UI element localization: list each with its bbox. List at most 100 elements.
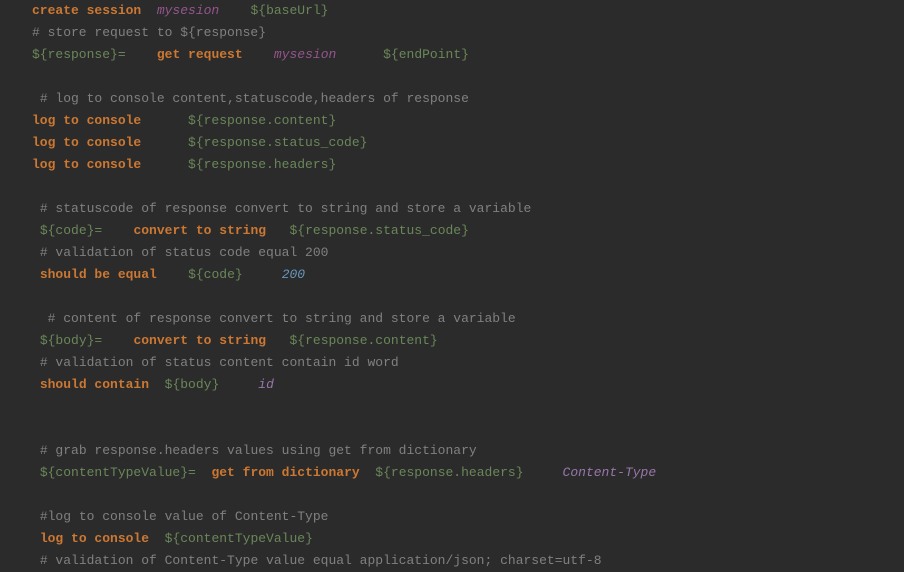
code-token [32,487,40,502]
code-token [360,465,376,480]
code-token [32,69,40,84]
code-line[interactable]: # store request to ${response} [32,22,904,44]
code-token [102,223,133,238]
code-line[interactable]: ${response}= get request mysesion ${endP… [32,44,904,66]
code-token: should be equal [40,267,157,282]
code-token [32,509,40,524]
code-line[interactable]: should be equal ${code} 200 [32,264,904,286]
code-token [243,47,274,62]
code-line[interactable]: log to console ${response.headers} [32,154,904,176]
code-token [149,531,165,546]
code-line[interactable]: # grab response.headers values using get… [32,440,904,462]
code-line[interactable] [32,418,904,440]
code-token [32,333,40,348]
code-token: create session [32,3,141,18]
code-line[interactable] [32,286,904,308]
code-token: # log to console content,statuscode,head… [40,91,469,106]
code-line[interactable]: #log to console value of Content-Type [32,506,904,528]
code-token [32,443,40,458]
code-token: 200 [282,267,305,282]
code-token: ${code}= [40,223,102,238]
code-token [32,201,40,216]
code-line[interactable]: ${body}= convert to string ${response.co… [32,330,904,352]
code-line[interactable] [32,484,904,506]
code-token [32,223,40,238]
code-token [32,421,40,436]
code-token [524,465,563,480]
code-line[interactable]: create session mysesion ${baseUrl} [32,0,904,22]
code-line[interactable] [32,66,904,88]
code-token [141,3,157,18]
code-editor[interactable]: create session mysesion ${baseUrl} # stor… [32,0,904,572]
code-line[interactable]: ${contentTypeValue}= get from dictionary… [32,462,904,484]
code-line[interactable]: log to console ${contentTypeValue} [32,528,904,550]
code-token [336,47,383,62]
code-token: ${contentTypeValue} [165,531,313,546]
code-token [141,113,188,128]
code-token: log to console [32,113,141,128]
code-line[interactable] [32,176,904,198]
code-line[interactable]: # content of response convert to string … [32,308,904,330]
code-token: get request [157,47,243,62]
code-token: # content of response convert to string … [48,311,516,326]
code-token [196,465,212,480]
code-token: log to console [40,531,149,546]
code-token: ${endPoint} [383,47,469,62]
code-token: get from dictionary [211,465,359,480]
code-token [32,245,40,260]
code-token: ${baseUrl} [250,3,328,18]
code-token: mysesion [157,3,219,18]
code-token [32,179,40,194]
code-token [32,91,40,106]
code-line[interactable]: # validation of status content contain i… [32,352,904,374]
code-token [32,531,40,546]
code-line[interactable]: # log to console content,statuscode,head… [32,88,904,110]
code-token: # validation of Content-Type value equal… [40,553,602,568]
code-token: # statuscode of response convert to stri… [40,201,531,216]
code-token [266,333,289,348]
code-token [32,355,40,370]
code-token [102,333,133,348]
code-token: ${response.content} [289,333,437,348]
code-line[interactable] [32,396,904,418]
code-token [32,377,40,392]
code-line[interactable]: # statuscode of response convert to stri… [32,198,904,220]
code-token [141,157,188,172]
code-token: ${response.headers} [375,465,523,480]
code-token: Content-Type [563,465,657,480]
code-token: ${response.headers} [188,157,336,172]
code-token: should contain [40,377,149,392]
code-token: convert to string [133,223,266,238]
code-token [243,267,282,282]
code-line[interactable]: log to console ${response.status_code} [32,132,904,154]
code-line[interactable]: log to console ${response.content} [32,110,904,132]
code-token: ${contentTypeValue}= [40,465,196,480]
code-token: ${response.content} [188,113,336,128]
code-token: # store request to ${response} [32,25,266,40]
code-token: # validation of status content contain i… [40,355,399,370]
code-token [266,223,289,238]
code-token [32,553,40,568]
code-token: #log to console value of Content-Type [40,509,329,524]
code-token: ${body} [165,377,220,392]
code-line[interactable]: ${code}= convert to string ${response.st… [32,220,904,242]
code-token: ${response}= [32,47,126,62]
code-token: # grab response.headers values using get… [40,443,477,458]
code-token [32,289,40,304]
code-token: ${response.status_code} [289,223,468,238]
code-token: convert to string [133,333,266,348]
code-token [126,47,157,62]
code-token: log to console [32,157,141,172]
code-token [219,3,250,18]
code-token: log to console [32,135,141,150]
code-token [32,267,40,282]
code-line[interactable]: # validation of status code equal 200 [32,242,904,264]
code-token [32,311,48,326]
code-line[interactable]: should contain ${body} id [32,374,904,396]
code-token [219,377,258,392]
code-line[interactable]: # validation of Content-Type value equal… [32,550,904,572]
code-token: mysesion [274,47,336,62]
code-token: ${response.status_code} [188,135,367,150]
code-token [32,399,40,414]
code-token [157,267,188,282]
